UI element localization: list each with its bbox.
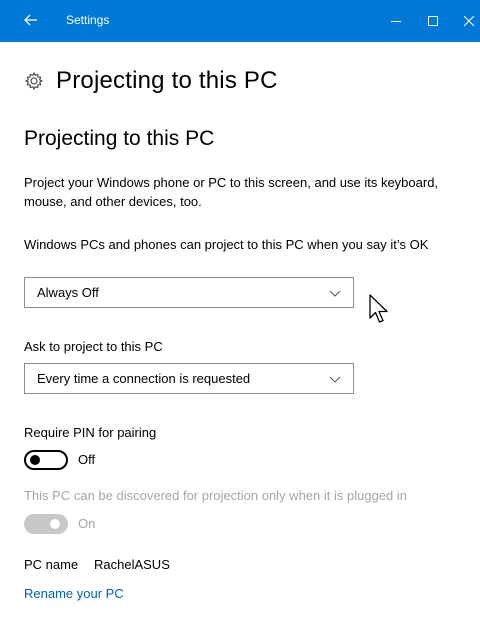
mouse-pointer-icon xyxy=(368,294,390,326)
back-arrow-icon[interactable] xyxy=(24,13,38,27)
plugged-in-setting-label: This PC can be discovered for projection… xyxy=(24,488,407,503)
window-title: Settings xyxy=(66,13,110,27)
pc-name-value: RachelASUS xyxy=(94,557,170,572)
rename-pc-link[interactable]: Rename your PC xyxy=(24,586,124,601)
projection-dropdown-value: Always Off xyxy=(37,285,99,300)
pc-name-label: PC name xyxy=(24,557,79,572)
chevron-down-icon xyxy=(329,287,341,299)
projection-dropdown[interactable]: Always Off xyxy=(24,277,354,308)
toggle-knob xyxy=(30,455,40,465)
chevron-down-icon xyxy=(329,373,341,385)
gear-icon xyxy=(24,71,44,91)
pin-toggle-state: Off xyxy=(78,452,96,467)
page-title: Projecting to this PC xyxy=(56,67,278,94)
plugged-in-toggle xyxy=(24,514,68,534)
plugged-in-toggle-state: On xyxy=(78,516,96,531)
page-header: Projecting to this PC xyxy=(24,66,278,96)
close-icon[interactable] xyxy=(454,8,480,34)
section-title: Projecting to this PC xyxy=(24,127,215,150)
ask-setting-label: Ask to project to this PC xyxy=(24,339,163,354)
ask-dropdown-value: Every time a connection is requested xyxy=(37,371,251,386)
pin-toggle[interactable] xyxy=(24,450,68,470)
toggle-knob xyxy=(50,519,60,529)
minimize-icon[interactable] xyxy=(381,8,411,34)
maximize-icon[interactable] xyxy=(418,8,448,34)
projection-setting-label: Windows PCs and phones can project to th… xyxy=(24,237,429,252)
ask-dropdown[interactable]: Every time a connection is requested xyxy=(24,363,354,394)
title-bar: Settings xyxy=(0,0,480,42)
pin-setting-label: Require PIN for pairing xyxy=(24,425,157,440)
section-description: Project your Windows phone or PC to this… xyxy=(24,175,439,209)
